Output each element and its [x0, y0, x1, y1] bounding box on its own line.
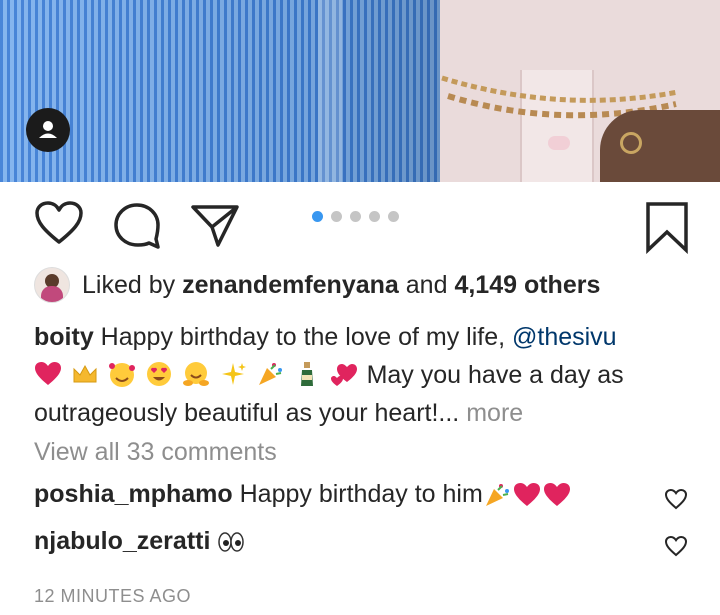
- heart-icon: [664, 535, 688, 557]
- hugging-face-icon: [182, 362, 209, 386]
- comment-username[interactable]: poshia_mphamo: [34, 480, 233, 509]
- share-icon: [191, 205, 239, 247]
- red-heart-icon: [543, 482, 570, 506]
- carousel-dot: [388, 211, 399, 222]
- comment-item: njabulo_zeratti: [34, 527, 247, 556]
- likes-row: Liked by zenandemfenyana and 4,149 other…: [34, 262, 600, 308]
- likes-count[interactable]: 4,149 others: [454, 271, 600, 300]
- post-caption: boity Happy birthday to the love of my l…: [34, 318, 684, 432]
- carousel-indicator: [312, 211, 399, 223]
- smiling-face-with-hearts-icon: [108, 363, 135, 387]
- avatar[interactable]: [34, 267, 70, 303]
- carousel-dot: [312, 211, 323, 222]
- comment-button[interactable]: [112, 201, 162, 254]
- likes-and: and: [405, 270, 448, 299]
- heart-eyes-icon: [146, 362, 171, 386]
- view-all-comments-link[interactable]: View all 33 comments: [34, 438, 277, 467]
- post-timestamp: 12 MINUTES AGO: [34, 586, 192, 606]
- carousel-dot: [331, 211, 342, 222]
- heart-icon: [664, 488, 688, 510]
- like-button[interactable]: [34, 200, 84, 251]
- red-heart-icon: [513, 482, 540, 506]
- caption-username[interactable]: boity: [34, 323, 94, 351]
- crown-icon: [73, 364, 97, 383]
- comment-like-button[interactable]: [664, 535, 688, 562]
- carousel-dot: [369, 211, 380, 222]
- caption-mention[interactable]: @thesivu: [512, 323, 617, 351]
- save-button[interactable]: [644, 200, 690, 259]
- party-popper-icon: [485, 483, 509, 506]
- user-tag-button[interactable]: [26, 108, 70, 152]
- liker-username[interactable]: zenandemfenyana: [182, 271, 399, 300]
- comment-text: Happy birthday to him: [239, 480, 483, 508]
- champagne-icon: [300, 362, 313, 386]
- party-popper-icon: [258, 363, 282, 385]
- caption-emojis: [34, 361, 367, 389]
- two-hearts-icon: [330, 364, 357, 386]
- bookmark-icon: [646, 202, 688, 255]
- post-photo[interactable]: [0, 0, 720, 182]
- comment-icon: [114, 203, 160, 249]
- carousel-dot: [350, 211, 361, 222]
- caption-text: Happy birthday to the love of my life,: [100, 323, 506, 351]
- eyes-icon: [218, 531, 245, 552]
- share-button[interactable]: [190, 203, 240, 252]
- comment-like-button[interactable]: [664, 488, 688, 515]
- likes-prefix: Liked by: [82, 270, 176, 299]
- heart-icon: [35, 201, 83, 244]
- comment-item: poshia_mphamo Happy birthday to him: [34, 480, 573, 509]
- red-heart-icon: [35, 362, 61, 385]
- more-link[interactable]: more: [466, 399, 523, 427]
- user-tag-icon: [39, 121, 57, 138]
- comment-username[interactable]: njabulo_zeratti: [34, 527, 210, 556]
- sparkles-icon: [221, 363, 246, 385]
